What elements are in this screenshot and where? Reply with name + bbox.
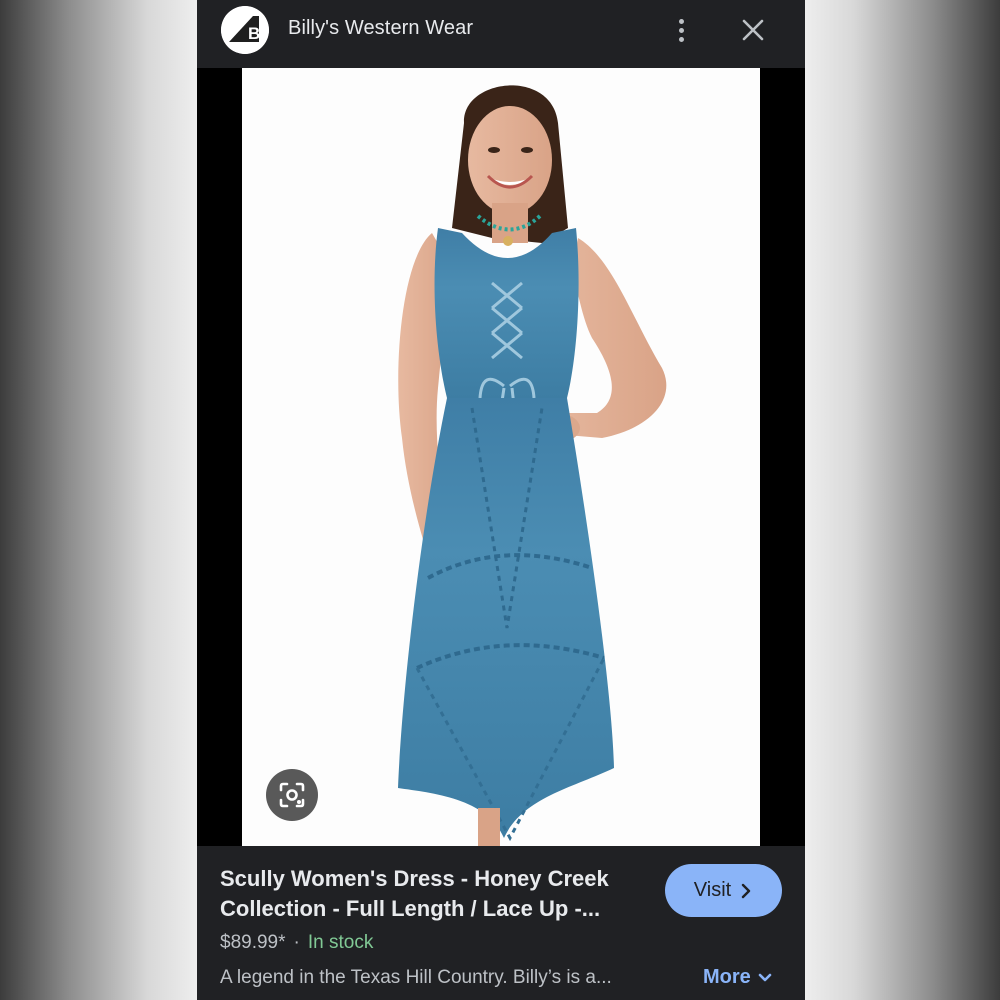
product-photo[interactable]: [242, 68, 760, 846]
logo-letter: B: [248, 24, 260, 43]
product-price: $89.99*: [220, 932, 286, 953]
dress-model-image: [398, 85, 667, 846]
visit-button[interactable]: Visit: [665, 864, 782, 917]
image-preview-panel: B Billy's Western Wear Scully Women's Dr…: [197, 0, 805, 1000]
visit-label: Visit: [693, 879, 732, 901]
separator: ·: [293, 932, 300, 953]
more-button[interactable]: More: [703, 966, 773, 989]
product-title[interactable]: Scully Women's Dress - Honey Creek Colle…: [220, 864, 640, 924]
more-vert-icon[interactable]: [669, 14, 693, 46]
product-image-area: [197, 68, 805, 846]
google-lens-icon[interactable]: [266, 769, 318, 821]
site-name[interactable]: Billy's Western Wear: [288, 17, 473, 40]
background-left: [0, 0, 197, 1000]
price-row: $89.99* · In stock: [220, 932, 373, 954]
chevron-down-icon: [758, 973, 772, 981]
background-right: [805, 0, 1000, 1000]
stock-status: In stock: [307, 932, 374, 953]
product-description: A legend in the Texas Hill Country. Bill…: [220, 967, 612, 988]
preview-header: B Billy's Western Wear: [197, 0, 805, 68]
close-icon[interactable]: [737, 14, 769, 46]
product-info-panel: Scully Women's Dress - Honey Creek Colle…: [197, 846, 805, 1000]
more-label: More: [703, 966, 751, 988]
logo-icon: B: [221, 6, 269, 54]
site-logo[interactable]: B: [221, 6, 269, 54]
chevron-right-icon: [742, 883, 751, 898]
